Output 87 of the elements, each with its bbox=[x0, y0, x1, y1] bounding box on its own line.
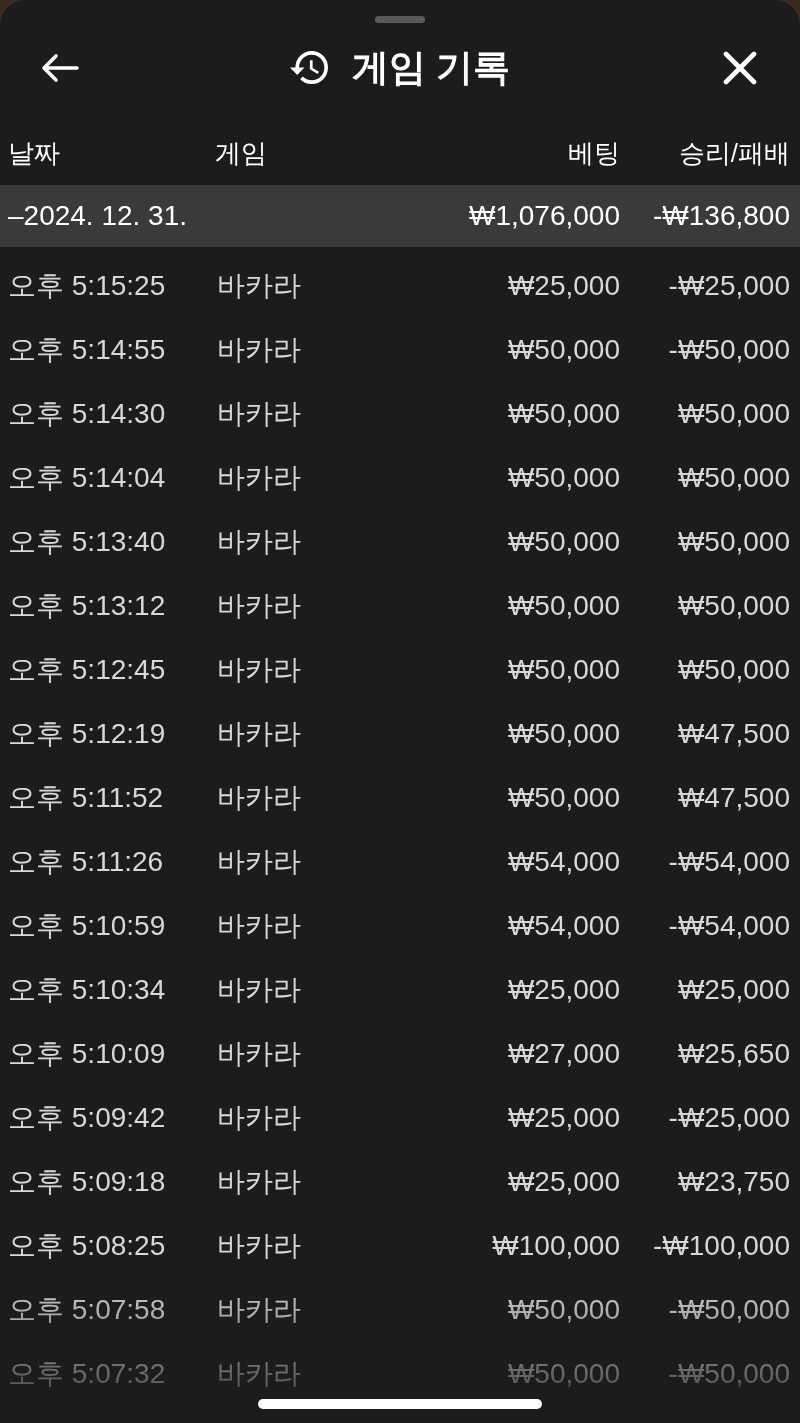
result-cell: ₩50,000 bbox=[677, 397, 790, 431]
bet-cell: ₩25,000 bbox=[507, 269, 620, 303]
time-cell: 오후 5:13:12 bbox=[8, 589, 166, 623]
game-cell-text: 바카라 bbox=[216, 1101, 301, 1135]
game-cell-text: 바카라 bbox=[216, 1293, 301, 1327]
bet-cell: ₩50,000 bbox=[507, 461, 620, 495]
time-cell: 오후 5:09:42 bbox=[8, 1101, 166, 1135]
back-button[interactable] bbox=[41, 53, 79, 83]
result-cell: ₩23,750 bbox=[677, 1165, 790, 1199]
result-cell: ₩25,000 bbox=[677, 973, 790, 1007]
game-cell-text: 바카라 bbox=[216, 333, 301, 367]
bet-cell: ₩50,000 bbox=[507, 653, 620, 687]
sheet-title: 게임 기록 bbox=[351, 46, 511, 90]
time-cell: 오후 5:14:55 bbox=[8, 333, 166, 367]
bet-cell: ₩100,000 bbox=[492, 1229, 620, 1263]
result-cell: ₩50,000 bbox=[677, 589, 790, 623]
bet-cell: ₩54,000 bbox=[507, 909, 620, 943]
time-cell: 오후 5:12:19 bbox=[8, 717, 166, 751]
time-cell: 오후 5:07:32 bbox=[8, 1357, 166, 1391]
close-button[interactable] bbox=[723, 51, 757, 85]
game-cell-text: 바카라 bbox=[216, 845, 301, 879]
group-date: –2024. 12. 31. bbox=[8, 199, 188, 233]
result-cell: ₩25,650 bbox=[677, 1037, 790, 1071]
back-arrow-icon bbox=[41, 53, 79, 83]
result-cell: -₩100,000 bbox=[653, 1229, 790, 1263]
history-icon bbox=[289, 51, 328, 85]
result-cell: ₩47,500 bbox=[677, 717, 790, 751]
close-icon bbox=[723, 51, 757, 85]
bet-cell: ₩25,000 bbox=[507, 1165, 620, 1199]
time-cell: 오후 5:10:09 bbox=[8, 1037, 166, 1071]
result-cell: ₩47,500 bbox=[677, 781, 790, 815]
bet-cell: ₩50,000 bbox=[507, 1357, 620, 1391]
column-header: 승리/패배 bbox=[678, 139, 790, 169]
bet-cell: ₩54,000 bbox=[507, 845, 620, 879]
bet-cell: ₩50,000 bbox=[507, 397, 620, 431]
game-cell-text: 바카라 bbox=[216, 909, 301, 943]
time-cell: 오후 5:08:25 bbox=[8, 1229, 166, 1263]
time-cell: 오후 5:14:04 bbox=[8, 461, 166, 495]
result-cell: -₩25,000 bbox=[668, 269, 790, 303]
bet-cell: ₩50,000 bbox=[507, 781, 620, 815]
result-cell: -₩50,000 bbox=[668, 1357, 790, 1391]
result-cell: ₩50,000 bbox=[677, 525, 790, 559]
time-cell: 오후 5:11:26 bbox=[8, 845, 164, 879]
group-result-total: -₩136,800 bbox=[653, 199, 790, 233]
bet-cell: ₩50,000 bbox=[507, 717, 620, 751]
game-cell-text: 바카라 bbox=[216, 269, 301, 303]
game-cell-text: 바카라 bbox=[216, 589, 301, 623]
bet-cell: ₩50,000 bbox=[507, 1293, 620, 1327]
time-cell: 오후 5:10:59 bbox=[8, 909, 166, 943]
result-cell: -₩25,000 bbox=[668, 1101, 790, 1135]
bet-cell: ₩25,000 bbox=[507, 1101, 620, 1135]
date-group-row[interactable]: –2024. 12. 31. ₩1,076,000 -₩136,800 bbox=[0, 185, 800, 247]
time-cell: 오후 5:14:30 bbox=[8, 397, 166, 431]
bet-cell: ₩50,000 bbox=[507, 333, 620, 367]
time-cell: 오후 5:15:25 bbox=[8, 269, 166, 303]
column-header: 날짜 bbox=[8, 139, 60, 169]
drag-handle[interactable] bbox=[375, 16, 425, 23]
column-header: 게임 bbox=[215, 139, 267, 169]
game-cell-text: 바카라 bbox=[216, 1037, 301, 1071]
time-cell: 오후 5:09:18 bbox=[8, 1165, 166, 1199]
result-cell: ₩50,000 bbox=[677, 653, 790, 687]
result-cell: -₩54,000 bbox=[668, 845, 790, 879]
column-header: 베팅 bbox=[568, 139, 620, 169]
result-cell: -₩50,000 bbox=[668, 333, 790, 367]
bet-cell: ₩25,000 bbox=[507, 973, 620, 1007]
game-cell-text: 바카라 bbox=[216, 1165, 301, 1199]
game-cell-text: 바카라 bbox=[216, 717, 301, 751]
time-cell: 오후 5:13:40 bbox=[8, 525, 166, 559]
game-cell-text: 바카라 bbox=[216, 781, 301, 815]
result-cell: -₩50,000 bbox=[668, 1293, 790, 1327]
bet-cell: ₩50,000 bbox=[507, 525, 620, 559]
bet-cell: ₩27,000 bbox=[507, 1037, 620, 1071]
time-cell: 오후 5:07:58 bbox=[8, 1293, 166, 1327]
game-cell-text: 바카라 bbox=[216, 1357, 301, 1391]
game-cell-text: 바카라 bbox=[216, 973, 301, 1007]
game-cell-text: 바카라 bbox=[216, 525, 301, 559]
result-cell: -₩54,000 bbox=[668, 909, 790, 943]
bet-cell: ₩50,000 bbox=[507, 589, 620, 623]
game-cell-text: 바카라 bbox=[216, 461, 301, 495]
game-cell-text: 바카라 bbox=[216, 397, 301, 431]
group-bet-total: ₩1,076,000 bbox=[469, 199, 620, 233]
game-cell-text: 바카라 bbox=[216, 653, 301, 687]
result-cell: ₩50,000 bbox=[677, 461, 790, 495]
time-cell: 오후 5:10:34 bbox=[8, 973, 166, 1007]
time-cell: 오후 5:12:45 bbox=[8, 653, 166, 687]
game-cell-text: 바카라 bbox=[216, 1229, 301, 1263]
time-cell: 오후 5:11:52 bbox=[8, 781, 164, 815]
